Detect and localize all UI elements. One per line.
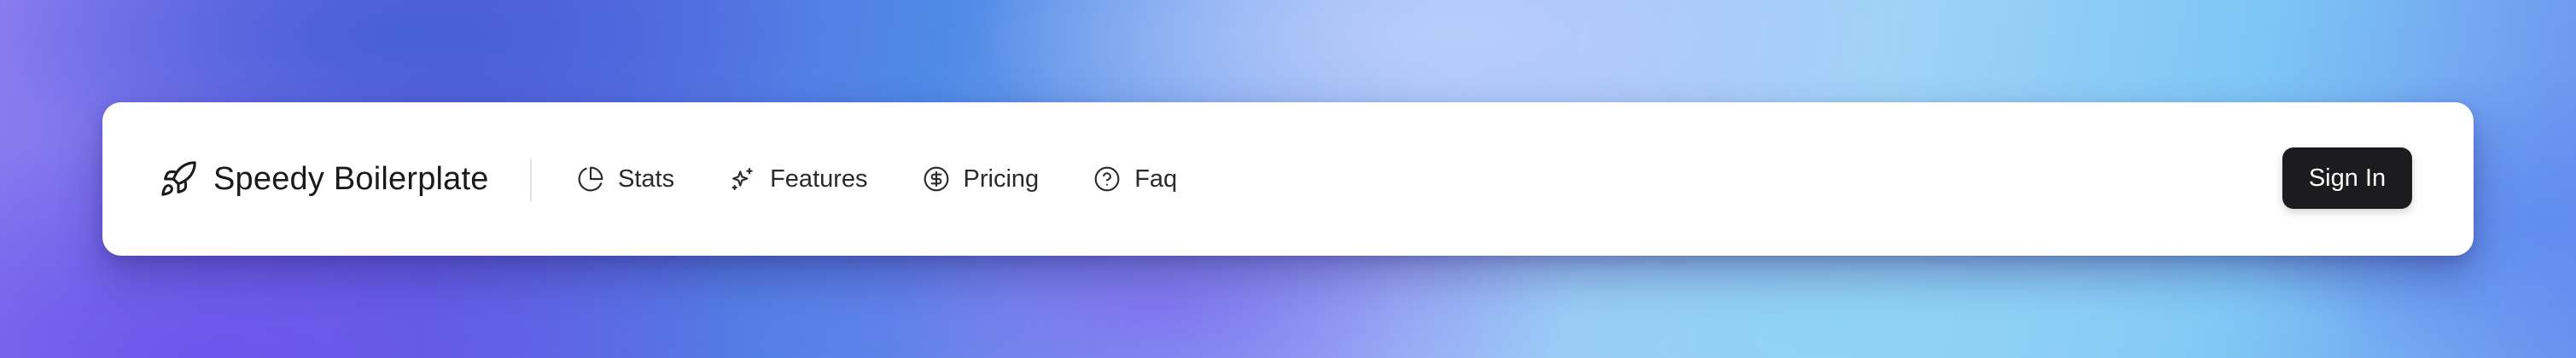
top-navbar: Speedy Boilerplate Stats Features Pricin… <box>102 102 2474 256</box>
nav-item-faq[interactable]: Faq <box>1093 165 1177 193</box>
brand-logo-link[interactable]: Speedy Boilerplate <box>159 102 489 256</box>
sparkles-icon <box>729 165 756 193</box>
help-circle-icon <box>1093 165 1121 193</box>
nav-item-label: Features <box>770 165 868 193</box>
nav-item-label: Faq <box>1134 165 1178 193</box>
nav-item-label: Stats <box>618 165 675 193</box>
sign-in-button[interactable]: Sign In <box>2282 147 2412 209</box>
nav-item-stats[interactable]: Stats <box>577 165 674 193</box>
main-nav: Stats Features Pricing Faq <box>577 102 1177 256</box>
brand-name: Speedy Boilerplate <box>213 160 489 197</box>
pie-chart-icon <box>577 165 604 193</box>
nav-item-pricing[interactable]: Pricing <box>923 165 1040 193</box>
dollar-circle-icon <box>923 165 950 193</box>
nav-item-label: Pricing <box>963 165 1040 193</box>
rocket-icon <box>159 159 198 199</box>
nav-item-features[interactable]: Features <box>729 165 868 193</box>
brand-divider <box>530 159 532 201</box>
